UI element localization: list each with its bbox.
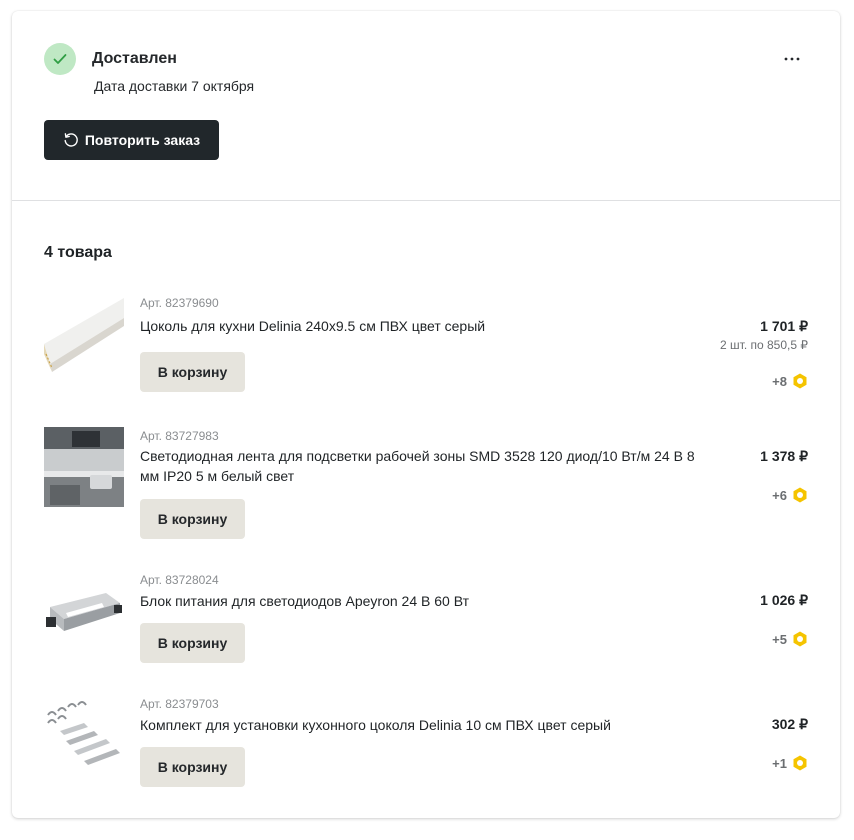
product-image[interactable]: [44, 296, 124, 376]
repeat-order-label: Повторить заказ: [84, 132, 201, 148]
product-article: Арт. 82379703: [140, 697, 219, 711]
product-article: Арт. 82379690: [140, 296, 219, 310]
add-to-cart-button[interactable]: В корзину: [140, 352, 245, 392]
order-card: Доставлен Дата доставки 7 октября Повтор…: [12, 11, 840, 818]
more-horizontal-icon: [784, 57, 800, 61]
bonus-hexagon-icon: [793, 487, 807, 503]
bonus-value: +5: [772, 631, 787, 647]
product-name[interactable]: Цоколь для кухни Delinia 240x9.5 см ПВХ …: [140, 316, 710, 336]
product-price: 1 701 ₽: [760, 318, 808, 334]
delivered-check-icon: [44, 43, 76, 75]
product-name[interactable]: Светодиодная лента для подсветки рабочей…: [140, 446, 710, 486]
price-per-unit: 2 шт. по 850,5 ₽: [720, 338, 808, 352]
bonus-hexagon-icon: [793, 755, 807, 771]
delivery-date: Дата доставки 7 октября: [94, 78, 255, 94]
order-status-title: Доставлен: [92, 50, 177, 67]
product-image[interactable]: [44, 697, 124, 777]
bonus-value: +8: [772, 373, 787, 389]
repeat-icon: [64, 133, 78, 147]
product-article: Арт. 83728024: [140, 573, 219, 587]
repeat-order-button[interactable]: Повторить заказ: [44, 120, 219, 160]
product-price: 1 026 ₽: [760, 592, 808, 608]
add-to-cart-button[interactable]: В корзину: [140, 747, 245, 787]
product-name[interactable]: Комплект для установки кухонного цоколя …: [140, 715, 710, 735]
add-to-cart-button[interactable]: В корзину: [140, 499, 245, 539]
product-image[interactable]: [44, 573, 124, 653]
bonus-points: +6: [772, 487, 808, 503]
bonus-value: +1: [772, 755, 787, 771]
product-image[interactable]: [44, 427, 124, 507]
divider: [12, 200, 840, 201]
bonus-points: +1: [772, 755, 808, 771]
bonus-hexagon-icon: [793, 631, 807, 647]
product-name[interactable]: Блок питания для светодиодов Apeyron 24 …: [140, 591, 710, 611]
add-to-cart-button[interactable]: В корзину: [140, 623, 245, 663]
items-count-title: 4 товара: [44, 244, 112, 261]
bonus-points: +8: [772, 373, 808, 389]
bonus-points: +5: [772, 631, 808, 647]
bonus-hexagon-icon: [793, 373, 807, 389]
product-article: Арт. 83727983: [140, 429, 219, 443]
product-price: 302 ₽: [771, 716, 808, 732]
product-price: 1 378 ₽: [760, 448, 808, 464]
more-options-button[interactable]: [778, 47, 806, 71]
bonus-value: +6: [772, 487, 787, 503]
